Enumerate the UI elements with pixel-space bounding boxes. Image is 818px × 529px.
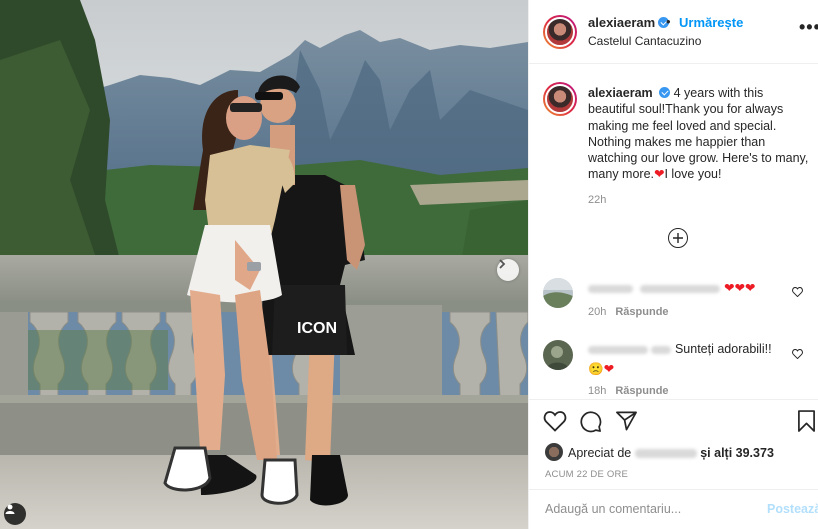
post-photo[interactable]: ICON [0,0,528,529]
comment-meta: 20h Răspunde [588,306,669,318]
next-image-button[interactable] [497,259,519,281]
author-username-text[interactable]: alexiaeram [588,15,655,30]
liker-avatar[interactable] [545,443,563,461]
header-separator: • [666,14,671,29]
caption: alexiaeram 4 years with this beautiful s… [588,85,810,183]
likes-connector: și [700,446,711,460]
comment-emojis: 🙁❤ [588,362,615,376]
add-comment-bar: Postează [529,489,818,529]
author-avatar[interactable] [543,15,577,49]
svg-text:ICON: ICON [297,320,337,337]
reply-button[interactable]: Răspunde [615,385,668,397]
comment-text: Sunteți adorabili!! 🙁❤ [588,342,788,377]
comment-bubble-icon [580,411,602,433]
comment-time[interactable]: 20h [588,306,606,318]
post-actions: Apreciat de și alți 39.373 ACUM 22 DE OR… [529,399,818,529]
comment-button[interactable] [579,410,602,438]
likes-count[interactable]: alți 39.373 [714,446,774,460]
comment-text: ❤❤❤ [588,280,788,295]
blurred-username[interactable] [588,284,633,293]
chevron-right-icon [499,259,506,269]
comment-body: Sunteți adorabili!! [674,342,772,356]
blurred-text [651,345,672,354]
tagged-users-button[interactable] [4,503,26,525]
likes-prefix: Apreciat de [568,446,632,460]
post-sidebar: alexiaeram • Urmărește Castelul Cantacuz… [528,0,818,529]
location-link[interactable]: Castelul Cantacuzino [588,34,701,48]
caption-text-end: I love you! [664,167,722,182]
comment-input[interactable] [545,502,755,516]
post-header: alexiaeram • Urmărește Castelul Cantacuz… [529,0,818,64]
comment-emojis: ❤❤❤ [723,281,756,295]
load-more-comments-button[interactable] [668,228,688,248]
comment-time[interactable]: 18h [588,385,606,397]
post-timestamp[interactable]: ACUM 22 DE ORE [545,469,628,480]
more-options-icon[interactable]: ••• [799,18,818,36]
heart-emoji: ❤ [654,167,665,182]
heart-outline-icon [543,411,567,432]
like-comment-button[interactable] [792,284,803,302]
reply-button[interactable]: Răspunde [615,306,668,318]
comments-section: alexiaeram 4 years with this beautiful s… [529,64,818,399]
avatar-image [543,278,573,308]
heart-outline-icon [792,286,803,298]
commenter-avatar[interactable] [543,278,573,308]
blurred-username[interactable] [588,345,648,354]
author-username[interactable]: alexiaeram [588,15,670,30]
plus-icon [673,233,683,243]
photo-scene: ICON [0,0,528,529]
avatar-image [543,340,573,370]
bookmark-icon [798,410,815,432]
commenter-avatar[interactable] [543,340,573,370]
caption-author-avatar[interactable] [543,82,577,116]
follow-button[interactable]: Urmărește [679,15,743,30]
paper-plane-icon [616,411,637,431]
like-comment-button[interactable] [792,346,803,364]
caption-username[interactable]: alexiaeram [588,86,653,100]
liker-username[interactable] [634,446,697,460]
share-button[interactable] [615,410,638,437]
caption-time[interactable]: 22h [588,194,606,206]
blurred-liker [634,449,697,459]
user-tag-icon [5,504,15,514]
likes-summary: Apreciat de și alți 39.373 [545,443,774,461]
like-button[interactable] [543,410,567,437]
post-comment-button[interactable]: Postează [767,502,818,516]
save-button[interactable] [797,410,816,438]
blurred-text [640,284,721,293]
verified-badge-icon [659,87,671,98]
heart-outline-icon [792,348,803,360]
comment-meta: 18h Răspunde [588,385,669,397]
